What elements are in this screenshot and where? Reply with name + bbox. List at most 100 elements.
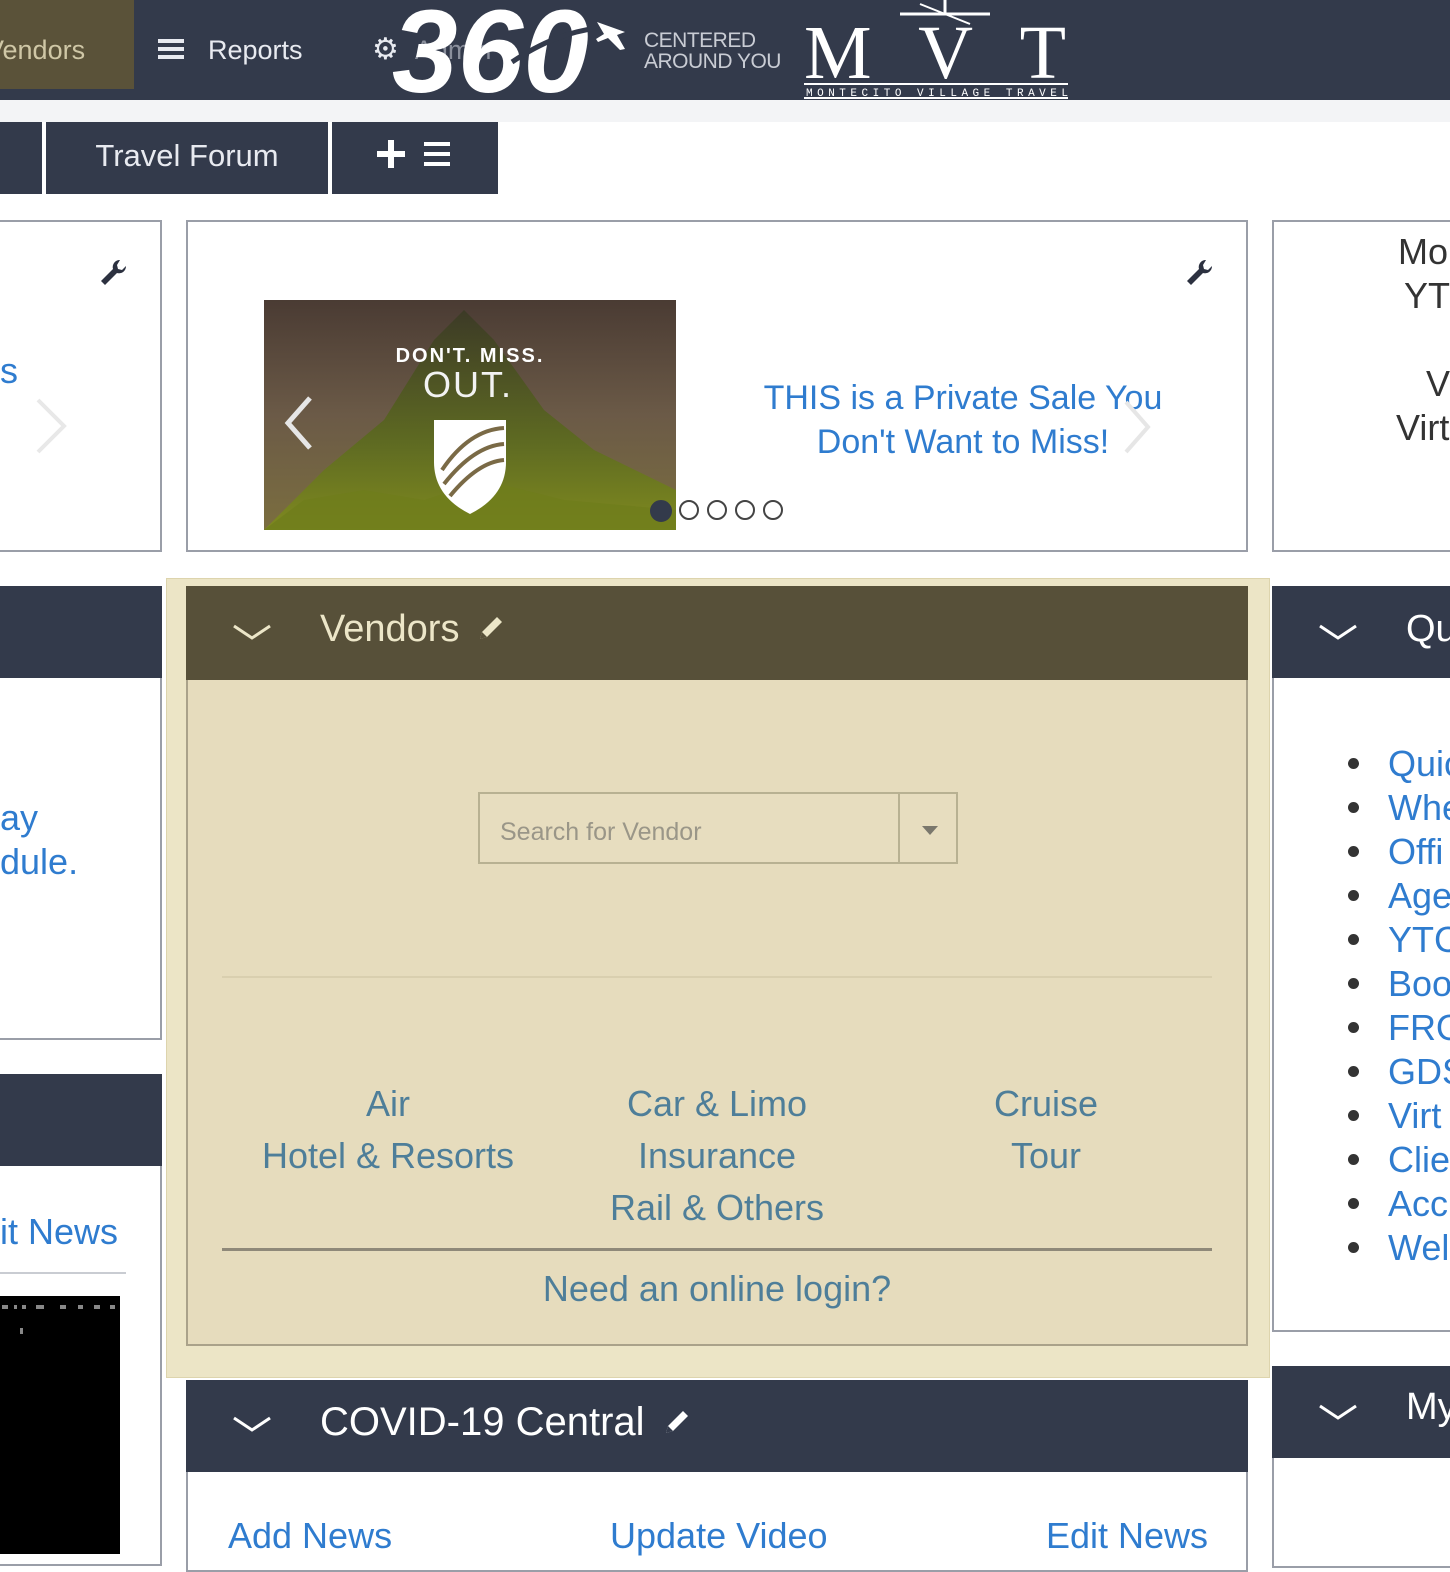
- covid-title-text: COVID-19 Central: [320, 1400, 645, 1444]
- chevron-down-icon[interactable]: [232, 1414, 272, 1434]
- quick-link-item[interactable]: FRO: [1388, 1006, 1450, 1050]
- right-panel-line-1: Mo: [1398, 231, 1449, 272]
- carousel-dot-4[interactable]: [735, 500, 755, 520]
- logo-360: 360: [392, 0, 625, 102]
- bullet: [1348, 846, 1359, 857]
- bullet: [1348, 758, 1359, 769]
- bullet: [1348, 1022, 1359, 1033]
- left-top-panel: [0, 220, 162, 552]
- bullet: [1348, 890, 1359, 901]
- bullet: [1348, 802, 1359, 813]
- logo-360-text: 360: [392, 0, 589, 102]
- left-module-link-line-2[interactable]: dule.: [0, 840, 78, 884]
- tab-travel-forum[interactable]: Travel Forum: [46, 122, 328, 194]
- vendors-title-text: Vendors: [320, 608, 460, 650]
- quick-link-item[interactable]: Virt: [1388, 1094, 1441, 1138]
- carousel-dot-2[interactable]: [679, 500, 699, 520]
- mvt-logo-text: MVT: [804, 11, 1066, 95]
- my-module-body: [1272, 1458, 1450, 1568]
- carousel-image-line-2: OUT.: [423, 364, 513, 405]
- vendors-module-title: Vendors: [320, 606, 506, 652]
- tab-travel-forum-label: Travel Forum: [95, 138, 279, 173]
- caret-down-icon[interactable]: [922, 826, 938, 835]
- pencil-icon[interactable]: [476, 613, 506, 643]
- hamburger-icon: [158, 38, 184, 59]
- quick-link-item[interactable]: Whe: [1388, 786, 1450, 830]
- tagline-line-2: AROUND YOU: [644, 50, 781, 73]
- my-module-title: My: [1406, 1386, 1450, 1428]
- online-login-link[interactable]: Need an online login?: [222, 1266, 1212, 1312]
- quick-link-item[interactable]: Clie: [1388, 1138, 1450, 1182]
- quick-links-title: Qu: [1406, 608, 1450, 650]
- vendor-category-rail-others[interactable]: Rail & Others: [547, 1186, 887, 1230]
- vendor-category-insurance[interactable]: Insurance: [547, 1134, 887, 1178]
- wrench-icon[interactable]: [98, 258, 128, 288]
- vendor-search-select[interactable]: [478, 792, 958, 864]
- right-panel-line-3: V: [1426, 363, 1450, 404]
- carousel-image[interactable]: DON'T. MISS. OUT.: [264, 300, 676, 530]
- vendor-category-air[interactable]: Air: [218, 1082, 558, 1126]
- bullet: [1348, 934, 1359, 945]
- quick-link-item[interactable]: Quic: [1388, 742, 1450, 786]
- left-module-2-header[interactable]: [0, 1074, 162, 1166]
- chevron-down-icon[interactable]: [1318, 1402, 1358, 1422]
- list-icon: [424, 142, 450, 146]
- chevron-down-icon[interactable]: [232, 622, 272, 642]
- wrench-icon[interactable]: [1184, 258, 1214, 288]
- video-toolbar-icons: [2, 1305, 115, 1334]
- nav-reports-label: Reports: [208, 35, 303, 65]
- quick-link-item[interactable]: Boo: [1388, 962, 1450, 1006]
- mvt-logo: MVT MONTECITO VILLAGE TRAVEL: [804, 0, 1068, 100]
- left-module-2-news-link[interactable]: it News: [0, 1210, 118, 1254]
- tagline: CENTERED AROUND YOU: [644, 30, 781, 72]
- left-module-header[interactable]: [0, 586, 162, 678]
- add-news-link[interactable]: Add News: [228, 1514, 392, 1558]
- carousel-next-icon[interactable]: [1120, 398, 1154, 456]
- carousel-dot-5[interactable]: [763, 500, 783, 520]
- pencil-icon[interactable]: [662, 1407, 692, 1437]
- tagline-line-1: CENTERED: [644, 29, 756, 52]
- vendor-category-car-limo[interactable]: Car & Limo: [547, 1082, 887, 1126]
- quick-link-item[interactable]: Age: [1388, 874, 1450, 918]
- covid-module-title: COVID-19 Central: [320, 1398, 692, 1446]
- quick-link-item[interactable]: GDS: [1388, 1050, 1450, 1094]
- carousel-dot-1[interactable]: [650, 500, 672, 522]
- bullet: [1348, 1154, 1359, 1165]
- plus-list-icons: [377, 140, 450, 168]
- chevron-down-icon[interactable]: [1318, 622, 1358, 642]
- divider: [222, 976, 1212, 978]
- chevron-right-icon[interactable]: [32, 396, 72, 456]
- quick-link-item[interactable]: Offi: [1388, 830, 1443, 874]
- right-panel-line-4: Virt: [1396, 407, 1450, 448]
- bullet: [1348, 1242, 1359, 1253]
- update-video-link[interactable]: Update Video: [610, 1514, 828, 1558]
- divider: [222, 1248, 1212, 1251]
- select-separator: [898, 794, 900, 862]
- bullet: [1348, 1066, 1359, 1077]
- quick-link-item[interactable]: Wel: [1388, 1226, 1449, 1270]
- vendor-category-hotel-resorts[interactable]: Hotel & Resorts: [218, 1134, 558, 1178]
- nav-vendors-tab[interactable]: Vendors: [0, 0, 134, 89]
- divider: [0, 1272, 126, 1274]
- vendor-category-tour[interactable]: Tour: [876, 1134, 1216, 1178]
- carousel-prev-icon[interactable]: [282, 394, 316, 452]
- nav-reports-tab[interactable]: Reports: [158, 0, 303, 100]
- vendor-search-input[interactable]: [480, 794, 898, 862]
- bullet: [1348, 1198, 1359, 1209]
- left-module-link-line-1[interactable]: ay: [0, 796, 38, 840]
- airplane-icon: [596, 22, 625, 50]
- tab-partial[interactable]: [0, 122, 42, 194]
- vendor-category-cruise[interactable]: Cruise: [876, 1082, 1216, 1126]
- carousel-caption-link[interactable]: THIS is a Private Sale You Don't Want to…: [748, 376, 1178, 464]
- video-thumbnail[interactable]: [0, 1296, 120, 1554]
- bullet: [1348, 1110, 1359, 1121]
- edit-news-link[interactable]: Edit News: [1046, 1514, 1208, 1558]
- tab-add-module[interactable]: [332, 122, 498, 194]
- quick-link-item[interactable]: YTC: [1388, 918, 1450, 962]
- quick-link-item[interactable]: Acc: [1388, 1182, 1448, 1226]
- left-panel-partial-link[interactable]: s: [0, 350, 18, 392]
- vendors-module-body: [186, 680, 1248, 1346]
- carousel-dot-3[interactable]: [707, 500, 727, 520]
- nav-vendors-label: Vendors: [0, 35, 86, 65]
- mountain-image: DON'T. MISS. OUT.: [264, 300, 676, 530]
